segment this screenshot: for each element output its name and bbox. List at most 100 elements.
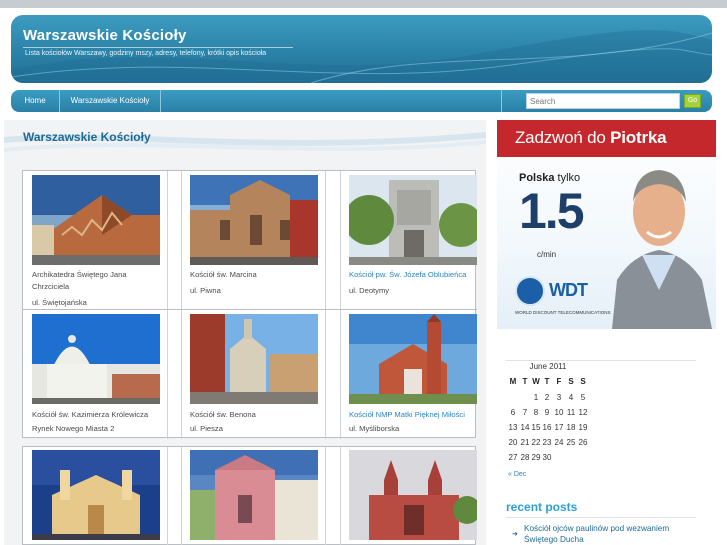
church-street: ul. Myśliborska: [349, 424, 400, 433]
church-street: ul. Deotymy: [349, 286, 390, 295]
calendar-day: 29: [531, 453, 541, 462]
church-table: [22, 446, 477, 545]
calendar-day: 20: [508, 438, 518, 447]
ad-headline-plain: Zadzwoń do: [515, 128, 611, 147]
column-divider: [340, 171, 341, 439]
church-name-line: Kościół św. Benona: [190, 410, 256, 419]
church-street: Rynek Nowego Miasta 2: [32, 424, 115, 433]
calendar-day: 1: [533, 393, 539, 402]
church-name: Archikatedra Świętego Jana Chrzciciela: [32, 269, 127, 293]
calendar-day: 21: [520, 438, 530, 447]
calendar-day: 6: [510, 408, 516, 417]
ad-headline: Zadzwoń do Piotrka: [515, 128, 667, 148]
ad-headline-bold: Piotrka: [610, 128, 667, 147]
nav-divider: [501, 90, 502, 112]
calendar-rule: [506, 360, 696, 361]
church-photo[interactable]: [349, 175, 477, 265]
calendar-day: 26: [578, 438, 588, 447]
calendar-day: 18: [566, 423, 576, 432]
calendar-weekday: T: [522, 377, 528, 386]
wdt-logo-icon: [515, 276, 545, 306]
calendar-day: 11: [566, 408, 576, 417]
calendar-caption: June 2011: [529, 362, 567, 371]
calendar-weekday: M: [509, 377, 517, 386]
site-description: Lista kościołów Warszawy, godziny mszy, …: [25, 50, 267, 57]
calendar-day: 16: [542, 423, 552, 432]
calendar-day: 15: [531, 423, 541, 432]
calendar-day: 13: [508, 423, 518, 432]
calendar-day: 27: [508, 453, 518, 462]
column-divider: [325, 447, 326, 545]
calendar-day: 9: [544, 408, 550, 417]
church-name-line: Archikatedra Świętego Jana: [32, 270, 127, 279]
church-name: Kościół św. Kazimierza Królewicza: [32, 409, 148, 421]
calendar-day: 25: [566, 438, 576, 447]
nav-bar: Home Warszawskie Kościoły Go: [11, 90, 712, 112]
church-photo[interactable]: [190, 175, 318, 265]
calendar-weekday: S: [580, 377, 586, 386]
church-street: ul. Świętojańska: [32, 298, 87, 307]
calendar-day: 22: [531, 438, 541, 447]
church-photo[interactable]: [32, 314, 160, 404]
church-name-line: Kościół św. Marcina: [190, 270, 257, 279]
sidebar-advertisement[interactable]: Zadzwoń do Piotrka Polska tylko 1.5 c/mi…: [497, 120, 716, 329]
recent-posts-rule: [506, 517, 696, 518]
ad-brand-subtitle: WORLD DISCOUNT TELECOMMUNICATIONS: [515, 310, 611, 315]
church-photo[interactable]: [349, 314, 477, 404]
arrow-right-icon: ➜: [512, 531, 518, 538]
church-name-line[interactable]: Kościół NMP Matki Pięknej Miłości: [349, 409, 465, 421]
ad-price: 1.5: [519, 183, 585, 239]
search-go-button[interactable]: Go: [684, 94, 701, 108]
calendar-day: 2: [544, 393, 550, 402]
calendar-day: 28: [520, 453, 530, 462]
column-divider: [167, 171, 168, 439]
header-swoosh-decoration: [11, 30, 712, 83]
church-name-line[interactable]: Kościół pw. Św. Józefa Oblubieńca: [349, 269, 466, 281]
calendar-day: 23: [542, 438, 552, 447]
calendar-weekday: W: [532, 377, 540, 386]
church-table: Archikatedra Świętego Jana Chrzciciela u…: [22, 170, 477, 439]
calendar-day: 12: [578, 408, 588, 417]
calendar-weekday: S: [568, 377, 574, 386]
calendar-day: 14: [520, 423, 530, 432]
church-street: ul. Piwna: [190, 286, 221, 295]
recent-posts-title: recent posts: [506, 500, 578, 514]
church-name: Kościół św. Marcina: [190, 269, 257, 281]
calendar-day: 7: [522, 408, 528, 417]
calendar-prev-link[interactable]: « Dec: [508, 471, 526, 478]
ad-brand: WDT: [549, 280, 588, 300]
nav-item-home[interactable]: Home: [11, 90, 60, 112]
recent-post-link[interactable]: Kościół ojców paulinów pod wezwaniem Świ…: [524, 523, 704, 545]
column-divider: [181, 447, 182, 545]
column-divider: [181, 171, 182, 439]
nav-item-warszawskie-koscioly[interactable]: Warszawskie Kościoły: [60, 90, 161, 112]
column-divider: [167, 447, 168, 545]
church-photo[interactable]: [32, 175, 160, 265]
calendar-day: 17: [554, 423, 564, 432]
calendar-day: 5: [580, 393, 586, 402]
church-photo[interactable]: [32, 450, 160, 540]
content-swoosh-decoration: [4, 132, 486, 152]
calendar-weekday: T: [544, 377, 550, 386]
column-divider: [340, 447, 341, 545]
church-name: Kościół św. Benona: [190, 409, 256, 421]
church-photo[interactable]: [349, 450, 477, 540]
top-strip: [0, 0, 727, 8]
church-name-line: Kościół św. Kazimierza Królewicza: [32, 410, 149, 419]
site-title[interactable]: Warszawskie Kościoły: [23, 27, 187, 44]
church-name-link[interactable]: Kościół pw. Św. Józefa Oblubieńca: [349, 269, 466, 281]
church-name-link[interactable]: Kościół NMP Matki Pięknej Miłości: [349, 409, 465, 421]
ad-man-photo: [612, 170, 712, 329]
calendar-day: 24: [554, 438, 564, 447]
calendar-day: 10: [554, 408, 564, 417]
column-divider: [325, 171, 326, 439]
row-divider: [23, 309, 477, 310]
church-street: ul. Piesza: [190, 424, 223, 433]
calendar-day: 8: [533, 408, 539, 417]
calendar-day: 30: [542, 453, 552, 462]
church-photo[interactable]: [190, 450, 318, 540]
church-photo[interactable]: [190, 314, 318, 404]
ad-unit: c/min: [537, 250, 557, 259]
search-input[interactable]: [526, 93, 680, 109]
title-rule: [23, 47, 293, 48]
